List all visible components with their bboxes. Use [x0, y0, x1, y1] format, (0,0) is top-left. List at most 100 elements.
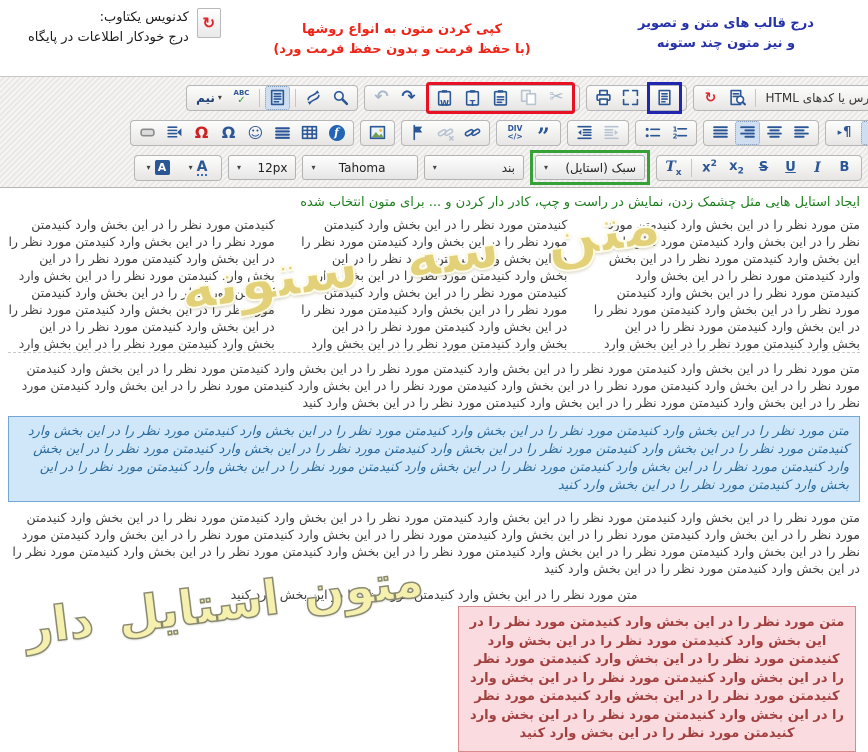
outdent-button[interactable] — [572, 121, 597, 145]
special-char-red-button[interactable]: Ω — [189, 121, 214, 145]
edit-tools-group: نیم ▾ ABC ✓ — [186, 85, 358, 111]
remove-format-icon: Tx — [665, 156, 681, 178]
smiley-button[interactable]: ☺ — [243, 121, 268, 145]
svg-text:2: 2 — [673, 133, 678, 141]
superscript-icon: x2 — [702, 159, 717, 175]
codenevis-note-line2: درج خودکار اطلاعات در پایگاه — [28, 28, 189, 48]
style-select[interactable]: ▾ سبک (استایل) — [535, 155, 645, 180]
justify-button[interactable] — [708, 121, 733, 145]
superscript-button[interactable]: x2 — [697, 156, 722, 180]
italic-button[interactable]: I — [805, 156, 830, 180]
flash-button[interactable]: f — [324, 121, 349, 145]
codenevis-toolbar-button[interactable]: ↻ — [698, 86, 723, 110]
bulleted-list-button[interactable] — [640, 121, 665, 145]
subscript-icon: x2 — [729, 159, 744, 177]
print-button[interactable] — [591, 86, 616, 110]
outdent-icon — [576, 124, 593, 141]
templates-icon — [656, 89, 673, 106]
toolbar-row-2: Ω Ω ☺ f — [0, 115, 868, 150]
underline-button[interactable]: U — [778, 156, 803, 180]
separator — [295, 89, 296, 107]
image-button[interactable] — [365, 121, 390, 145]
text-direction-ltr-button[interactable]: ▸ ¶ — [830, 121, 859, 145]
horizontal-rule-button[interactable] — [270, 121, 295, 145]
numbered-list-button[interactable]: 1 2 — [667, 121, 692, 145]
editor-content[interactable]: ایجاد استایل هایی مثل چشمک زدن، نمایش در… — [0, 188, 868, 722]
text-color-icon: A — [197, 160, 208, 176]
blockquote-button[interactable]: ” — [531, 121, 556, 145]
templates-button[interactable] — [652, 86, 677, 110]
codenevis-button[interactable]: ↻ — [197, 8, 221, 38]
half-space-button[interactable]: نیم ▾ — [191, 86, 227, 110]
spellcheck-icon: ABC ✓ — [234, 90, 250, 106]
preview-button[interactable] — [725, 86, 750, 110]
blue-annotation: درج قالب های متن و تصویر و نیز متون چند … — [588, 14, 864, 54]
source-button[interactable]: سورس یا کدهای HTML — [761, 86, 868, 110]
select-all-button[interactable] — [265, 86, 290, 110]
font-family-select[interactable]: ▾ Tahoma — [302, 155, 417, 180]
codenevis-note: کدنویس یکتاوب: درج خودکار اطلاعات در پای… — [28, 8, 221, 48]
align-center-button[interactable] — [762, 121, 787, 145]
page-break-icon — [166, 124, 183, 141]
italic-icon: I — [814, 160, 821, 176]
align-right-icon — [739, 124, 756, 141]
print-icon — [595, 89, 612, 106]
paste-button[interactable] — [488, 86, 513, 110]
subscript-button[interactable]: x2 — [724, 156, 749, 180]
smiley-icon: ☺ — [248, 124, 264, 142]
copy-icon — [520, 89, 537, 106]
button-field-button[interactable] — [135, 121, 160, 145]
align-right-button[interactable] — [735, 121, 760, 145]
document-tools-group — [586, 85, 687, 111]
bold-button[interactable]: B — [832, 156, 857, 180]
templates-annotation-box — [647, 82, 682, 114]
green-annotation: ایجاد استایل هایی مثل چشمک زدن، نمایش در… — [8, 192, 860, 214]
unlink-icon — [437, 124, 454, 141]
replace-button[interactable] — [301, 86, 326, 110]
style-select-value: سبک (استایل) — [565, 161, 636, 175]
link-button[interactable] — [460, 121, 485, 145]
special-char-icon: Ω — [222, 123, 236, 142]
maximize-button[interactable] — [618, 86, 643, 110]
page-break-button[interactable] — [162, 121, 187, 145]
cut-button[interactable]: ✂ — [544, 86, 569, 110]
paste-from-word-button[interactable]: W — [432, 86, 457, 110]
anchor-button[interactable] — [406, 121, 431, 145]
separator — [259, 89, 260, 107]
search-button[interactable] — [328, 86, 353, 110]
table-icon — [301, 124, 318, 141]
alignment-group — [703, 120, 819, 146]
unlink-button[interactable] — [433, 121, 458, 145]
special-char-button[interactable]: Ω — [216, 121, 241, 145]
red-annotation-line2: (با حفظ فرمت و بدون حفظ فرمت ورد) — [252, 40, 552, 60]
spellcheck-button[interactable]: ABC ✓ — [229, 86, 254, 110]
copy-button[interactable] — [516, 86, 541, 110]
strikethrough-button[interactable]: S — [751, 156, 776, 180]
background-color-button[interactable]: ▾ A — [139, 156, 177, 180]
codenevis-note-text: کدنویس یکتاوب: درج خودکار اطلاعات در پای… — [28, 8, 189, 48]
paragraph-1: متن مورد نظر را در این بخش وارد کنیدمتن … — [8, 360, 860, 411]
text-color-button[interactable]: ▾ A — [179, 156, 217, 180]
paragraph-format-select[interactable]: ▾ بند — [424, 155, 524, 180]
paste-as-text-button[interactable]: T — [460, 86, 485, 110]
div-container-button[interactable]: DIV </> — [501, 121, 529, 145]
chevron-down-icon: ▾ — [311, 163, 315, 172]
chevron-down-icon: ▾ — [544, 163, 548, 172]
link-icon — [464, 124, 481, 141]
undo-button[interactable]: ↶ — [369, 86, 394, 110]
align-left-button[interactable] — [789, 121, 814, 145]
indent-button[interactable] — [599, 121, 624, 145]
font-family-value: Tahoma — [339, 161, 386, 175]
numbered-list-icon: 1 2 — [671, 124, 688, 141]
flash-icon: f — [329, 125, 345, 141]
background-color-icon: A — [155, 160, 170, 175]
redo-button[interactable]: ↷ — [396, 86, 421, 110]
text-direction-rtl-button[interactable]: ¶ ◂ — [861, 121, 868, 145]
toolbar-row-1: نیم ▾ ABC ✓ — [0, 80, 868, 115]
remove-format-button[interactable]: Tx — [661, 156, 686, 180]
bold-icon: B — [840, 160, 850, 175]
font-size-select[interactable]: ▾ 12px — [228, 155, 296, 180]
toolbar-row-3: ▾ A ▾ A ▾ 12px ▾ Tahoma ▾ بند — [0, 150, 868, 185]
annotation-header: کدنویس یکتاوب: درج خودکار اطلاعات در پای… — [0, 0, 868, 76]
table-button[interactable] — [297, 121, 322, 145]
